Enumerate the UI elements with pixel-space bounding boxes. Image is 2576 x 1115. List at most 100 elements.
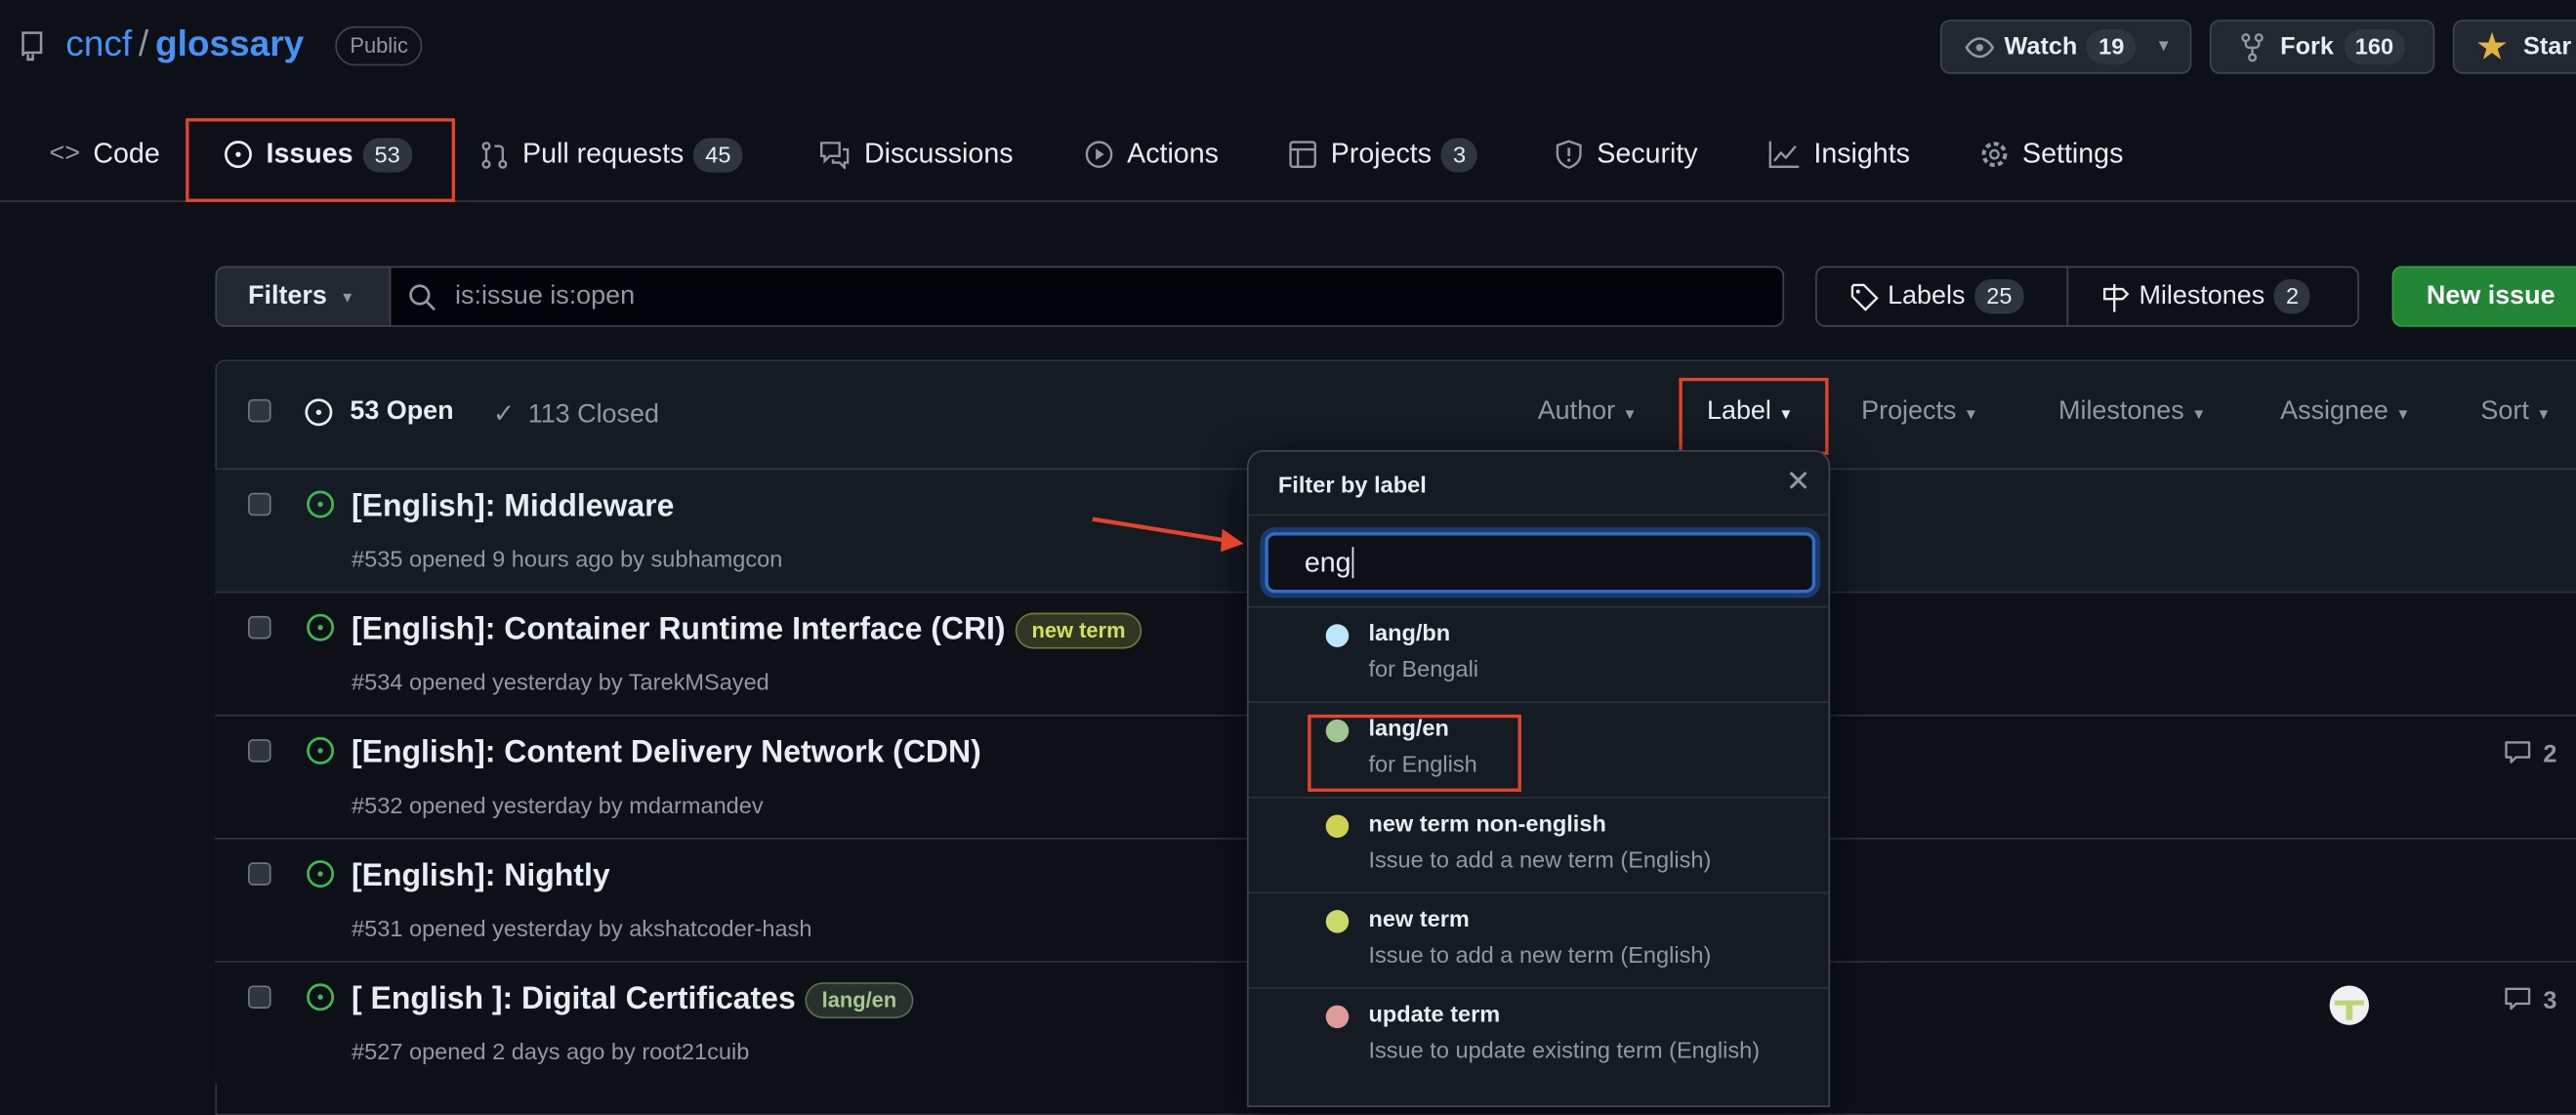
labels-label: Labels xyxy=(1888,281,1966,310)
caret-down-icon: ▼ xyxy=(2191,405,2207,423)
label-option-description: for Bengali xyxy=(1368,655,1479,682)
filter-label: Sort xyxy=(2480,397,2529,426)
tab-label: Code xyxy=(93,138,160,170)
caret-down-icon: ▼ xyxy=(2395,405,2411,423)
issue-search-input[interactable]: is:issue is:open xyxy=(389,266,1785,327)
label-option-description: Issue to add a new term (English) xyxy=(1368,846,1712,873)
label-option-name: new term xyxy=(1368,905,1470,931)
play-icon xyxy=(1085,141,1113,168)
close-icon[interactable]: ✕ xyxy=(1786,465,1810,499)
repo-owner-link[interactable]: cncf xyxy=(65,23,132,64)
issue-opened-icon xyxy=(307,983,335,1012)
comment-icon xyxy=(2505,987,2531,1011)
issue-title-link[interactable]: [English]: Nightly xyxy=(352,859,610,895)
eye-icon xyxy=(1965,36,1995,58)
label-option-new-term[interactable]: new term Issue to add a new term (Englis… xyxy=(1248,891,1829,988)
issue-checkbox[interactable] xyxy=(248,492,271,516)
projects-filter[interactable]: Projects ▼ xyxy=(1861,397,1978,427)
comment-number: 2 xyxy=(2543,739,2557,768)
watch-button[interactable]: Watch 19 ▼ xyxy=(1939,20,2192,74)
author-filter[interactable]: Author ▼ xyxy=(1538,397,1638,427)
comment-count[interactable]: 3 xyxy=(2504,985,2556,1014)
label-option-new-term-non-english[interactable]: new term non-english Issue to add a new … xyxy=(1248,796,1829,892)
issue-checkbox[interactable] xyxy=(248,615,271,640)
filters-button[interactable]: Filters ▼ xyxy=(215,266,392,327)
sort-filter[interactable]: Sort ▼ xyxy=(2480,397,2551,427)
label-option-update-term[interactable]: update term Issue to update existing ter… xyxy=(1248,987,1829,1083)
fork-button[interactable]: Fork 160 xyxy=(2209,20,2435,74)
label-search-input[interactable]: eng xyxy=(1265,532,1816,594)
assignee-filter[interactable]: Assignee ▼ xyxy=(2280,397,2410,427)
filter-label: Author xyxy=(1537,397,1616,426)
caret-down-icon: ▼ xyxy=(2155,37,2173,57)
open-issues-toggle[interactable]: 53 Open xyxy=(304,397,454,427)
fork-icon xyxy=(2241,32,2264,62)
issue-label[interactable]: new term xyxy=(1015,612,1143,649)
new-issue-button[interactable]: New issue xyxy=(2391,266,2576,327)
tab-label: Pull requests xyxy=(522,138,685,170)
labels-button[interactable]: Labels 25 xyxy=(1815,266,2069,327)
gear-icon xyxy=(1981,142,2008,168)
tab-label: Security xyxy=(1597,138,1698,170)
visibility-badge: Public xyxy=(335,25,424,66)
comment-count[interactable]: 2 xyxy=(2504,739,2556,768)
issue-checkbox[interactable] xyxy=(248,985,271,1009)
discussions-icon xyxy=(820,142,850,170)
labels-count: 25 xyxy=(1974,279,2024,314)
repo-icon xyxy=(21,31,43,62)
issue-label[interactable]: lang/en xyxy=(805,982,914,1019)
issue-meta: #532 opened yesterday by mdarmandev xyxy=(352,791,764,818)
label-option-description: Issue to update existing term (English) xyxy=(1368,1036,1761,1063)
tab-count: 45 xyxy=(693,137,743,172)
issue-meta: #527 opened 2 days ago by root21cuib xyxy=(352,1038,750,1065)
label-option-lang-bn[interactable]: lang/bn for Bengali xyxy=(1248,605,1829,702)
tab-discussions[interactable]: Discussions xyxy=(818,135,1014,174)
divider xyxy=(1248,514,1829,516)
tab-actions[interactable]: Actions xyxy=(1084,135,1219,174)
tab-security[interactable]: Security xyxy=(1555,135,1698,174)
label-option-name: new term non-english xyxy=(1368,809,1606,837)
star-button[interactable]: ★ Star xyxy=(2452,20,2576,74)
tab-label: Insights xyxy=(1813,138,1910,170)
comment-number: 3 xyxy=(2543,986,2557,1014)
annotation-label-highlight xyxy=(1679,377,1829,456)
select-all-checkbox[interactable] xyxy=(248,398,271,423)
annotation-arrow xyxy=(1092,516,1244,553)
label-option-name: update term xyxy=(1368,1000,1501,1027)
shield-icon xyxy=(1556,140,1582,169)
issue-checkbox[interactable] xyxy=(248,862,271,886)
label-option-description: Issue to add a new term (English) xyxy=(1368,941,1712,968)
label-color-dot xyxy=(1325,624,1350,647)
tab-insights[interactable]: Insights xyxy=(1767,135,1910,174)
tab-code[interactable]: <> Code xyxy=(49,135,159,174)
star-label: Star xyxy=(2523,32,2572,62)
milestones-label: Milestones xyxy=(2139,281,2265,310)
label-color-dot xyxy=(1325,814,1350,839)
tab-count: 3 xyxy=(1441,137,1477,172)
watch-label: Watch xyxy=(2004,32,2078,62)
issue-title-link[interactable]: [English]: Container Runtime Interface (… xyxy=(352,613,1006,649)
milestones-filter[interactable]: Milestones ▼ xyxy=(2058,397,2206,427)
annotation-lang-en-highlight xyxy=(1308,714,1521,792)
tab-pull-requests[interactable]: Pull requests 45 xyxy=(479,135,743,174)
tab-label: Settings xyxy=(2022,138,2124,170)
fork-count: 160 xyxy=(2343,29,2405,64)
tag-icon xyxy=(1850,282,1879,310)
issue-title-link[interactable]: [English]: Middleware xyxy=(352,489,674,525)
filter-label: Milestones xyxy=(2058,397,2184,426)
issue-opened-icon xyxy=(307,736,335,764)
dropdown-title: Filter by label xyxy=(1277,471,1427,498)
repo-name-link[interactable]: glossary xyxy=(155,23,304,64)
issue-checkbox[interactable] xyxy=(248,739,271,763)
tab-settings[interactable]: Settings xyxy=(1979,135,2123,174)
comment-icon xyxy=(2505,741,2531,764)
tab-projects[interactable]: Projects 3 xyxy=(1288,135,1477,174)
milestones-button[interactable]: Milestones 2 xyxy=(2066,266,2359,327)
assignee-avatar[interactable] xyxy=(2329,985,2370,1025)
issue-title-link[interactable]: [English]: Content Delivery Network (CDN… xyxy=(352,736,981,772)
closed-issues-toggle[interactable]: ✓ 113 Closed xyxy=(493,397,659,431)
pull-request-icon xyxy=(481,142,508,169)
issue-title-link[interactable]: [ English ]: Digital Certificates xyxy=(352,982,796,1018)
filter-label: Assignee xyxy=(2280,397,2389,426)
tab-label: Actions xyxy=(1127,138,1219,170)
